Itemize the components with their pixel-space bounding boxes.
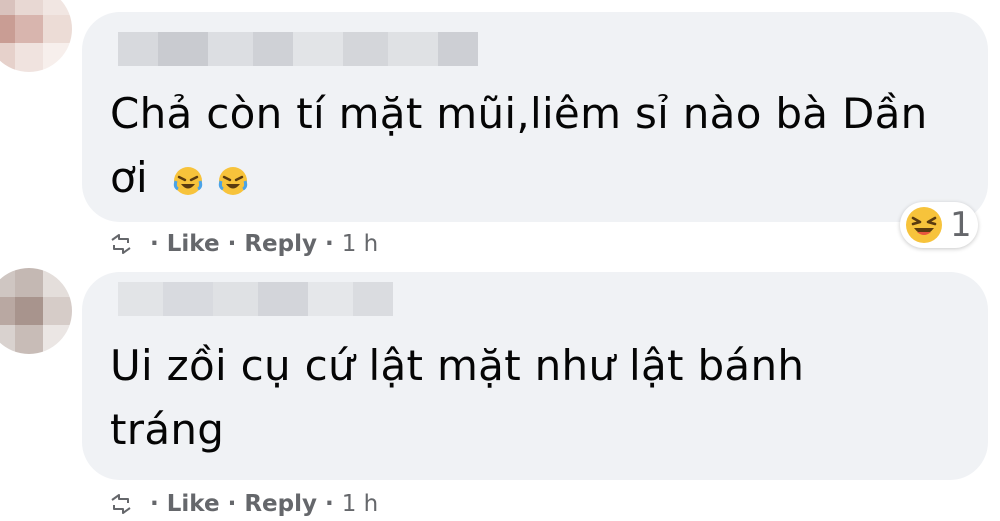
timestamp[interactable]: 1 h <box>342 231 379 257</box>
share-icon[interactable] <box>108 231 134 257</box>
like-button[interactable]: Like <box>167 231 220 257</box>
comment-text-line: Chả còn tí mặt mũi,liêm sỉ nào bà Dần <box>110 89 928 138</box>
rolling-laughing-emoji <box>173 166 202 195</box>
reaction-count: 1 <box>950 205 972 245</box>
reply-button[interactable]: Reply <box>244 231 317 257</box>
separator: · <box>150 491 159 517</box>
separator: · <box>324 231 334 257</box>
reply-button[interactable]: Reply <box>244 491 317 517</box>
author-name-blurred[interactable] <box>118 32 478 66</box>
comment-text: Ui zồi cụ cứ lật mặt như lật bánh tráng <box>110 334 804 462</box>
comment-text-line: tráng <box>110 405 225 454</box>
comment-bubble: Chả còn tí mặt mũi,liêm sỉ nào bà Dần ơi <box>82 12 988 222</box>
like-button[interactable]: Like <box>167 491 220 517</box>
avatar-pixelated[interactable] <box>0 268 72 354</box>
comment-bubble: Ui zồi cụ cứ lật mặt như lật bánh tráng <box>82 272 988 480</box>
comment-text-line: Ui zồi cụ cứ lật mặt như lật bánh <box>110 341 805 390</box>
timestamp[interactable]: 1 h <box>342 491 379 517</box>
comment-text: Chả còn tí mặt mũi,liêm sỉ nào bà Dần ơi <box>110 82 928 210</box>
separator: · <box>150 231 159 257</box>
comment-text-line: ơi <box>110 146 928 210</box>
rolling-laughing-emoji <box>219 166 248 195</box>
laughing-face-emoji <box>906 207 942 243</box>
reaction-badge[interactable]: 1 <box>900 202 978 248</box>
separator: · <box>227 231 237 257</box>
comment-actions: · Like · Reply · 1 h <box>108 229 378 259</box>
author-name-blurred[interactable] <box>118 282 393 316</box>
avatar-pixelated[interactable] <box>0 0 72 72</box>
separator: · <box>227 491 237 517</box>
comment-actions: · Like · Reply · 1 h <box>108 489 378 519</box>
share-icon[interactable] <box>108 491 134 517</box>
separator: · <box>324 491 334 517</box>
